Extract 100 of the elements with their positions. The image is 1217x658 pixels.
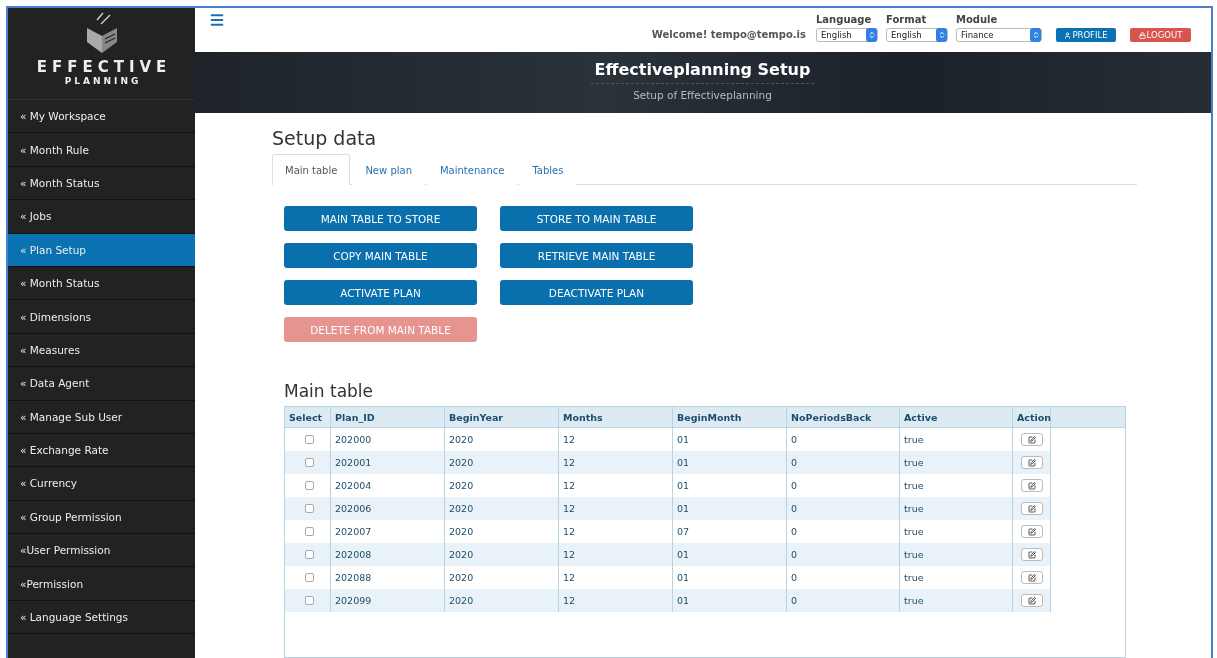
table-cell: 0 xyxy=(791,526,798,537)
table-cell: 0 xyxy=(791,572,798,583)
table-cell: 12 xyxy=(563,549,576,560)
table-cell: 12 xyxy=(563,457,576,468)
select-label: Format xyxy=(886,14,928,25)
column-header: BeginMonth xyxy=(673,407,787,428)
table-cell: 0 xyxy=(791,480,798,491)
table-cell: 01 xyxy=(677,503,690,514)
table-cell: true xyxy=(904,503,924,514)
table-cell: 0 xyxy=(791,457,798,468)
table-cell: true xyxy=(904,457,924,468)
edit-icon xyxy=(1028,504,1036,513)
profile-button[interactable]: PROFILE xyxy=(1056,28,1116,42)
table-cell: 202088 xyxy=(335,572,372,583)
table-cell: 12 xyxy=(563,572,576,583)
table-cell: 0 xyxy=(791,595,798,606)
edit-icon xyxy=(1028,481,1036,490)
user-icon xyxy=(1064,31,1072,39)
table-cell: 202001 xyxy=(335,457,372,468)
table-cell: true xyxy=(904,595,924,606)
table-cell: 12 xyxy=(563,480,576,491)
table-cell: 202006 xyxy=(335,503,372,514)
table-cell: 202099 xyxy=(335,595,372,606)
edit-icon xyxy=(1028,458,1036,467)
action-button[interactable]: COPY MAIN TABLE xyxy=(284,243,477,268)
table-cell: 12 xyxy=(563,595,576,606)
action-button[interactable]: ACTIVATE PLAN xyxy=(284,280,477,305)
row-checkbox[interactable] xyxy=(305,550,314,559)
edit-button[interactable] xyxy=(1021,502,1043,515)
row-checkbox[interactable] xyxy=(305,435,314,444)
select-field[interactable]: English xyxy=(886,28,948,42)
edit-button[interactable] xyxy=(1021,594,1043,607)
edit-button[interactable] xyxy=(1021,479,1043,492)
tab[interactable]: Main table xyxy=(272,154,351,185)
edit-button[interactable] xyxy=(1021,456,1043,469)
table-cell: true xyxy=(904,572,924,583)
row-checkbox[interactable] xyxy=(305,481,314,490)
edit-button[interactable] xyxy=(1021,571,1043,584)
table-cell: 2020 xyxy=(449,526,474,537)
menu-icon[interactable] xyxy=(209,12,225,28)
edit-icon xyxy=(1028,527,1036,536)
lock-icon xyxy=(1138,31,1146,39)
table-cell: 12 xyxy=(563,434,576,445)
table-cell: 202004 xyxy=(335,480,372,491)
table-cell: 2020 xyxy=(449,595,474,606)
select-label: Module xyxy=(956,14,999,25)
row-checkbox[interactable] xyxy=(305,527,314,536)
sidebar-item[interactable]: « Plan Setup xyxy=(8,233,195,267)
column-header: Select xyxy=(285,407,331,428)
table-cell: 01 xyxy=(677,572,690,583)
banner-subtitle: Setup of Effectiveplanning xyxy=(633,89,772,101)
edit-icon xyxy=(1028,435,1036,444)
table-cell: 01 xyxy=(677,434,690,445)
table-cell: 2020 xyxy=(449,480,474,491)
action-button[interactable]: DEACTIVATE PLAN xyxy=(500,280,693,305)
action-button[interactable]: MAIN TABLE TO STORE xyxy=(284,206,477,231)
table-cell: true xyxy=(904,434,924,445)
chevron-icon xyxy=(867,31,876,39)
column-header: BeginYear xyxy=(445,407,559,428)
table-cell: 01 xyxy=(677,457,690,468)
table-cell: 202000 xyxy=(335,434,372,445)
table-cell: 0 xyxy=(791,549,798,560)
row-checkbox[interactable] xyxy=(305,504,314,513)
table-cell: 2020 xyxy=(449,434,474,445)
table-cell: 0 xyxy=(791,503,798,514)
action-button[interactable]: RETRIEVE MAIN TABLE xyxy=(500,243,693,268)
column-header: Active xyxy=(900,407,1013,428)
edit-button[interactable] xyxy=(1021,433,1043,446)
banner-title: Effectiveplanning Setup xyxy=(590,60,815,84)
table-cell: 202007 xyxy=(335,526,372,537)
chevron-icon xyxy=(1031,31,1040,39)
logo-icon xyxy=(84,12,119,54)
column-header: Action xyxy=(1013,407,1051,428)
brand-name: EFFECTIVE xyxy=(36,58,172,76)
table-cell: true xyxy=(904,526,924,537)
table-cell: 2020 xyxy=(449,572,474,583)
edit-button[interactable] xyxy=(1021,548,1043,561)
table-cell: 12 xyxy=(563,526,576,537)
edit-icon xyxy=(1028,550,1036,559)
logout-button[interactable]: LOGOUT xyxy=(1130,28,1191,42)
column-header: Plan_ID xyxy=(331,407,445,428)
row-checkbox[interactable] xyxy=(305,458,314,467)
action-button[interactable]: STORE TO MAIN TABLE xyxy=(500,206,693,231)
table-cell: 07 xyxy=(677,526,690,537)
table-cell: 01 xyxy=(677,549,690,560)
edit-icon xyxy=(1028,573,1036,582)
select-label: Language xyxy=(816,14,873,25)
edit-icon xyxy=(1028,596,1036,605)
row-checkbox[interactable] xyxy=(305,573,314,582)
table-title: Main table xyxy=(284,381,375,401)
table-cell: 01 xyxy=(677,595,690,606)
select-field[interactable]: English xyxy=(816,28,878,42)
select-field[interactable]: Finance xyxy=(956,28,1042,42)
table-cell: 202008 xyxy=(335,549,372,560)
table-cell: 0 xyxy=(791,434,798,445)
edit-button[interactable] xyxy=(1021,525,1043,538)
column-header: Months xyxy=(559,407,673,428)
row-checkbox[interactable] xyxy=(305,596,314,605)
chevron-icon xyxy=(937,31,946,39)
table-cell: 2020 xyxy=(449,503,474,514)
